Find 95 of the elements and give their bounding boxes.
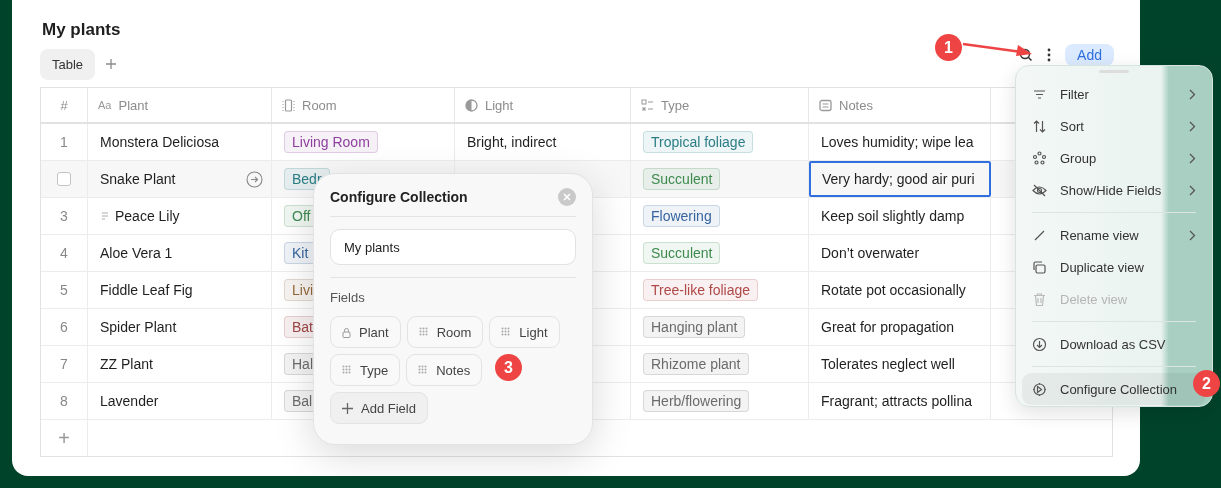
notes-text: Tolerates neglect well xyxy=(821,356,955,372)
row-number: 5 xyxy=(60,282,68,298)
column-header[interactable]: Light xyxy=(455,88,631,122)
lock-icon xyxy=(342,326,351,338)
chevron-right-icon xyxy=(1189,229,1196,241)
page-title: My plants xyxy=(42,20,122,41)
selected-cell[interactable]: Very hardy; good air puri xyxy=(809,161,991,197)
notes-text: Fragrant; attracts pollina xyxy=(821,393,972,409)
plant-name: Spider Plant xyxy=(100,319,177,335)
plant-name: Monstera Deliciosa xyxy=(100,134,220,150)
chevron-right-icon xyxy=(1189,120,1196,132)
type-tag: Tree-like foliage xyxy=(643,279,759,301)
field-chip[interactable]: Light xyxy=(489,316,560,348)
row-number: 6 xyxy=(60,319,68,335)
half-circle-icon xyxy=(465,98,478,112)
plant-name: Fiddle Leaf Fig xyxy=(100,282,193,298)
column-header[interactable]: Room xyxy=(272,88,455,122)
pointer-arrow xyxy=(962,41,1034,57)
column-title: Room xyxy=(302,97,337,113)
field-chip[interactable]: Type xyxy=(330,354,401,386)
notes-icon xyxy=(819,98,832,112)
field-chip[interactable]: Room xyxy=(406,316,484,348)
type-tag: Rhizome plant xyxy=(643,353,749,375)
column-title: Type xyxy=(661,97,690,113)
menu-item[interactable]: Duplicate view xyxy=(1022,251,1206,283)
row-checkbox[interactable] xyxy=(57,172,71,186)
drag-handle-icon xyxy=(501,327,512,337)
notes-text: Loves humidity; wipe lea xyxy=(821,134,974,150)
chevron-right-icon xyxy=(1189,152,1196,164)
text-type-icon: Aa xyxy=(98,99,112,111)
sort-icon xyxy=(1032,118,1047,134)
notes-text: Great for propagation xyxy=(821,319,955,335)
type-tag: Flowering xyxy=(643,205,720,227)
type-tag: Herb/flowering xyxy=(643,390,750,412)
add-button[interactable]: Add xyxy=(1065,44,1114,66)
search-icon[interactable] xyxy=(1019,48,1034,62)
field-chip[interactable]: Plant xyxy=(330,316,401,348)
notes-text: Keep soil slightly damp xyxy=(821,208,965,224)
close-icon[interactable] xyxy=(558,188,576,206)
type-tag: Hanging plant xyxy=(643,316,746,338)
step-badge: 2 xyxy=(1193,370,1220,397)
plant-name: Lavender xyxy=(100,393,159,409)
name-field[interactable]: My plants xyxy=(330,229,576,265)
duplicate-icon xyxy=(1032,259,1047,275)
view-tab[interactable]: Table xyxy=(40,48,96,80)
type-tag: Tropical foliage xyxy=(643,131,754,153)
column-header[interactable]: # xyxy=(41,88,88,122)
plant-name: Snake Plant xyxy=(100,171,176,187)
menu-item[interactable]: Show/Hide Fields xyxy=(1022,174,1206,206)
download-icon xyxy=(1032,336,1047,352)
add-view-icon[interactable] xyxy=(105,58,118,70)
dialog-title: Configure Collection xyxy=(330,189,468,205)
menu-item[interactable]: Download as CSV xyxy=(1022,328,1206,360)
menu-item[interactable]: Filter xyxy=(1022,78,1206,110)
field-chip[interactable]: Notes xyxy=(406,354,483,386)
plant-name: Peace Lily xyxy=(115,208,180,224)
group-icon xyxy=(1032,150,1047,166)
plant-name: ZZ Plant xyxy=(100,356,153,372)
column-title: Plant xyxy=(118,97,149,113)
row-number: 3 xyxy=(60,208,68,224)
drag-handle-icon xyxy=(418,365,429,375)
open-row-icon[interactable] xyxy=(246,170,263,188)
drag-handle-icon xyxy=(342,365,352,375)
fields-label: Fields xyxy=(330,290,366,305)
column-title: Notes xyxy=(839,97,873,113)
drag-handle-icon xyxy=(418,327,429,337)
type-tag: Succulent xyxy=(643,242,721,264)
chevron-right-icon xyxy=(1189,88,1196,100)
notes-text: Very hardy; good air puri xyxy=(822,171,975,187)
visibility-icon xyxy=(1032,182,1047,198)
plus-icon xyxy=(342,402,353,414)
chevron-right-icon xyxy=(1189,184,1196,196)
column-icon xyxy=(282,98,295,112)
row-number: 8 xyxy=(60,393,68,409)
row-number: 7 xyxy=(60,356,68,372)
row-number: 4 xyxy=(60,245,68,261)
more-icon[interactable] xyxy=(1047,48,1052,62)
menu-item[interactable]: Rename view xyxy=(1022,219,1206,251)
notes-text: Don’t overwater xyxy=(821,245,920,261)
notes-text: Rotate pot occasionally xyxy=(821,282,966,298)
type-tag: Succulent xyxy=(643,168,721,190)
row-number: 1 xyxy=(60,134,68,150)
menu-item[interactable]: Group xyxy=(1022,142,1206,174)
column-header[interactable]: Notes xyxy=(809,88,991,122)
light-text: Bright, indirect xyxy=(467,134,557,150)
room-tag: Living Room xyxy=(284,131,378,153)
page-icon xyxy=(100,210,110,222)
delete-icon xyxy=(1032,291,1047,307)
checklist-icon xyxy=(641,98,654,112)
column-header[interactable]: Aa Plant xyxy=(88,88,272,122)
menu-item[interactable]: Sort xyxy=(1022,110,1206,142)
plant-name: Aloe Vera 1 xyxy=(100,245,173,261)
add-field-button[interactable]: Add Field xyxy=(330,392,428,424)
column-title: Light xyxy=(485,97,514,113)
configure-icon xyxy=(1032,381,1047,397)
